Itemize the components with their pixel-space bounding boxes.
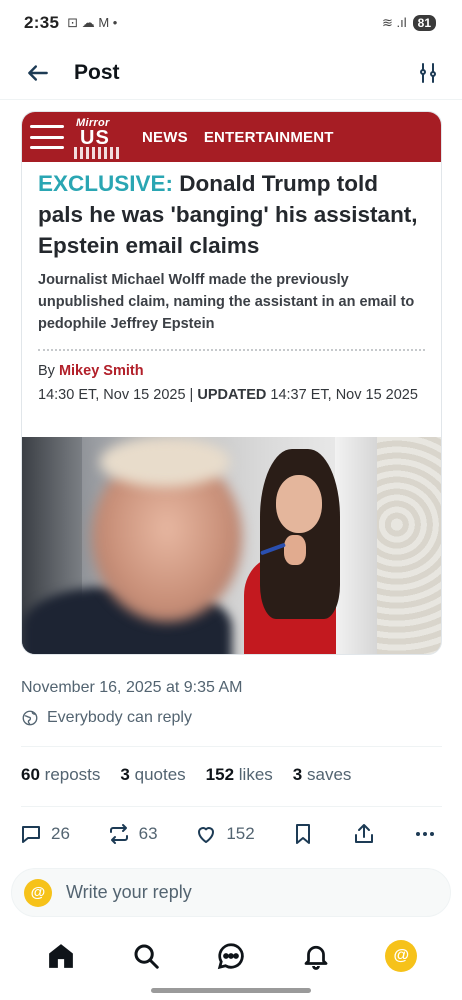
share-icon: [355, 824, 374, 843]
nav-chat[interactable]: [209, 934, 253, 978]
headline-exclusive-label: EXCLUSIVE:: [38, 171, 174, 196]
like-count: 152: [226, 824, 255, 843]
updated-time: 14:37 ET, Nov 15 2025: [266, 387, 418, 403]
post-header: Post: [0, 46, 462, 100]
sliders-icon: [420, 62, 436, 83]
notification-icons: ⊡ ☁ M •: [67, 15, 118, 30]
back-button[interactable]: [20, 55, 56, 91]
home-indicator[interactable]: [151, 988, 311, 993]
reply-permission: Everybody can reply: [21, 709, 192, 727]
profile-avatar: @: [385, 940, 418, 972]
chat-icon: [217, 943, 244, 970]
reply-permission-text: Everybody can reply: [47, 709, 192, 726]
home-icon: [48, 944, 73, 968]
bell-icon: [304, 945, 328, 970]
article-subheadline: Journalist Michael Wolff made the previo…: [38, 272, 415, 332]
article-byline: By Mikey Smith: [38, 363, 425, 379]
globe-icon: [22, 710, 38, 726]
heart-icon: [198, 827, 215, 843]
publisher-banner: Mirror US NEWS ENTERTAINMENT: [22, 112, 441, 162]
repost-count: 63: [138, 824, 158, 843]
link-preview-card[interactable]: Mirror US NEWS ENTERTAINMENT EXCLUSIVE: …: [21, 111, 442, 655]
nav-news: NEWS: [142, 128, 188, 146]
like-button[interactable]: 152: [194, 822, 255, 846]
share-button[interactable]: [352, 822, 376, 846]
post-timestamp: November 16, 2025 at 9:35 AM: [21, 679, 243, 696]
more-options-button[interactable]: [413, 822, 437, 846]
thread-settings-button[interactable]: [410, 55, 446, 91]
wifi-signal-icon: ≋ .ıl: [382, 15, 407, 30]
stat-reposts[interactable]: 60 reposts: [21, 765, 100, 785]
stat-quotes[interactable]: 3 quotes: [120, 765, 185, 785]
reply-composer[interactable]: @: [11, 868, 451, 917]
repost-button[interactable]: 63: [107, 822, 158, 846]
repost-icon: [109, 824, 128, 844]
bookmark-button[interactable]: [291, 822, 315, 846]
avatar: @: [24, 878, 52, 907]
search-icon: [134, 944, 159, 969]
divider: [21, 806, 442, 807]
published-time: 14:30 ET, Nov 15 2025 |: [38, 387, 198, 403]
nav-notifications[interactable]: [294, 934, 338, 978]
article-headline: EXCLUSIVE: Donald Trump told pals he was…: [38, 168, 425, 261]
article-dateline: 14:30 ET, Nov 15 2025 | UPDATED 14:37 ET…: [38, 383, 425, 407]
flag-stripes: [74, 147, 120, 159]
status-bar: 2:35 ⊡ ☁ M • ≋ .ıl 81: [0, 0, 462, 46]
nav-home[interactable]: [39, 934, 83, 978]
nav-search[interactable]: [124, 934, 168, 978]
stat-saves: 3 saves: [292, 765, 352, 784]
nav-profile[interactable]: @: [379, 934, 423, 978]
engagement-stats: 60 reposts 3 quotes 152 likes 3 saves: [21, 765, 351, 785]
menu-icon: [30, 125, 64, 149]
status-left: 2:35 ⊡ ☁ M •: [24, 13, 117, 33]
author-name: Mikey Smith: [58, 363, 144, 379]
reply-input[interactable]: [66, 882, 386, 903]
arrow-left-icon: [28, 64, 48, 81]
stat-likes[interactable]: 152 likes: [206, 765, 273, 785]
reply-button[interactable]: 26: [19, 822, 70, 846]
article-body: EXCLUSIVE: Donald Trump told pals he was…: [22, 162, 441, 407]
status-right: ≋ .ıl 81: [382, 15, 436, 31]
battery-indicator: 81: [412, 15, 436, 31]
publisher-logo: Mirror US: [72, 113, 128, 161]
nav-entertainment: ENTERTAINMENT: [203, 128, 334, 146]
ellipsis-icon: [415, 832, 434, 836]
bookmark-icon: [296, 824, 311, 844]
byline-prefix: By: [38, 363, 59, 379]
speech-bubble-icon: [22, 826, 40, 843]
divider: [21, 746, 442, 747]
status-time: 2:35: [24, 13, 60, 32]
dotted-divider: [38, 349, 425, 351]
bottom-nav: @: [0, 928, 462, 984]
page-title: Post: [74, 60, 120, 84]
post-actions: 26 63 152: [19, 822, 437, 846]
article-photo: [22, 437, 441, 654]
reply-count: 26: [51, 824, 70, 843]
updated-label: UPDATED: [197, 387, 267, 403]
